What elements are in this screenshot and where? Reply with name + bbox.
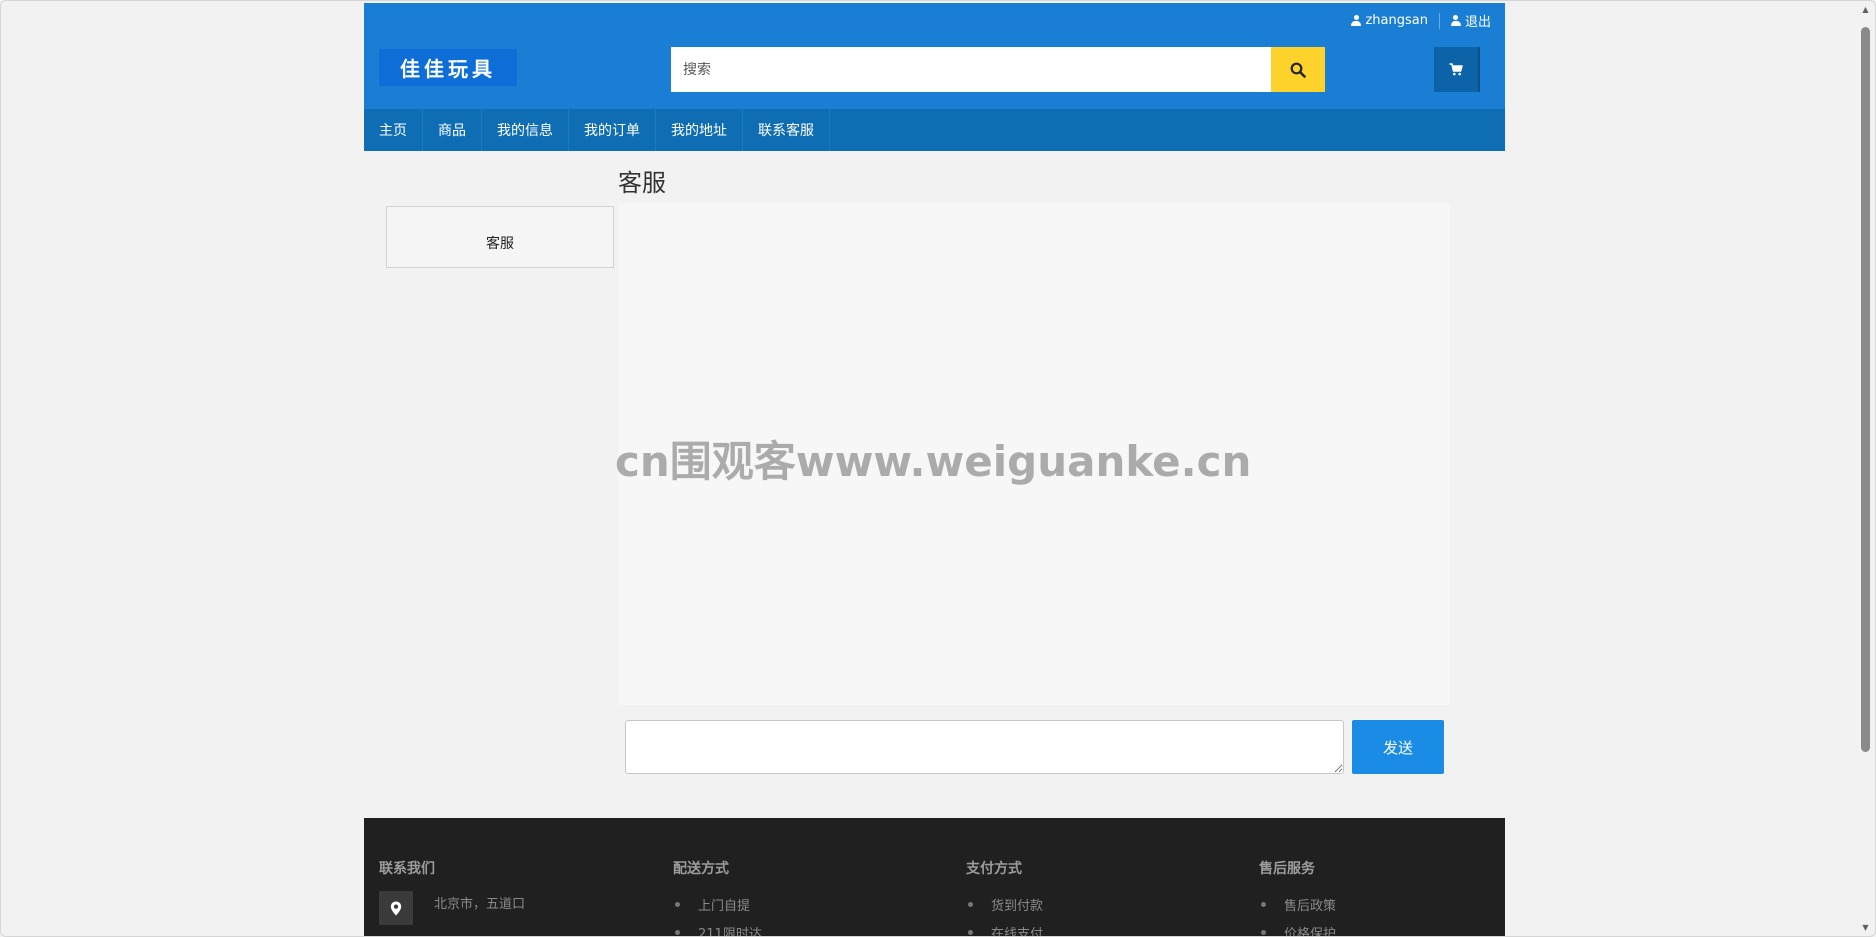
nav-item-my-orders[interactable]: 我的订单 (569, 109, 656, 151)
username-link[interactable]: zhangsan (1351, 13, 1428, 28)
nav-item-products[interactable]: 商品 (423, 109, 482, 151)
site-logo[interactable]: 佳佳玩具 (379, 49, 517, 86)
site-container: zhangsan 退出 佳佳玩具 搜索 主页 商品 我的信息 我的订单 我的地址… (364, 3, 1505, 936)
send-button[interactable]: 发送 (1352, 720, 1444, 774)
footer-title-contact: 联系我们 (379, 861, 435, 877)
scroll-down-arrow-icon[interactable]: ▼ (1860, 923, 1871, 933)
footer-list-delivery: 上门自提 211限时达 (673, 895, 943, 936)
footer-col-delivery: 配送方式 上门自提 211限时达 (673, 858, 943, 936)
logout-link[interactable]: 退出 (1450, 11, 1491, 30)
main-nav: 主页 商品 我的信息 我的订单 我的地址 联系客服 (364, 109, 1505, 151)
scroll-thumb[interactable] (1861, 27, 1870, 752)
side-menu-item-service[interactable]: 客服 (386, 206, 614, 268)
footer-title-after-sales: 售后服务 (1259, 861, 1315, 877)
nav-item-contact-service[interactable]: 联系客服 (743, 109, 830, 151)
footer-link-price-protection[interactable]: 价格保护 (1259, 923, 1529, 936)
search-input[interactable] (671, 47, 1271, 92)
footer-link-self-pickup[interactable]: 上门自提 (673, 895, 943, 923)
user-bar: zhangsan 退出 (1351, 11, 1491, 30)
footer-title-payment: 支付方式 (966, 861, 1022, 877)
search-icon (1290, 62, 1306, 78)
nav-item-home[interactable]: 主页 (364, 109, 423, 151)
footer-contact-row: 北京市，五道口 (379, 891, 649, 925)
logout-label: 退出 (1464, 15, 1491, 30)
browser-viewport: ▲ ▼ zhangsan 退出 佳佳玩具 搜索 主页 商品 我的信息 我的订单 … (0, 0, 1876, 937)
footer-col-after-sales: 售后服务 售后政策 价格保护 (1259, 858, 1529, 936)
footer-list-after-sales: 售后政策 价格保护 (1259, 895, 1529, 936)
vertical-scrollbar[interactable]: ▲ ▼ (1860, 5, 1871, 933)
footer: 联系我们 北京市，五道口 配送方式 上门自提 211限时达 支付方式 货到付款 … (364, 818, 1505, 936)
footer-link-after-sales-policy[interactable]: 售后政策 (1259, 895, 1529, 923)
user-icon (1351, 15, 1362, 26)
search-bar (671, 47, 1325, 92)
footer-col-payment: 支付方式 货到付款 在线支付 (966, 858, 1236, 936)
logout-icon (1450, 15, 1461, 26)
footer-link-online-payment[interactable]: 在线支付 (966, 923, 1236, 936)
cart-button[interactable] (1434, 47, 1480, 92)
map-pin-icon (379, 891, 413, 925)
watermark-text: cn围观客www.weiguanke.cn (615, 437, 1252, 486)
scroll-up-arrow-icon[interactable]: ▲ (1860, 5, 1871, 15)
header: zhangsan 退出 佳佳玩具 (364, 3, 1505, 111)
footer-link-cash-on-delivery[interactable]: 货到付款 (966, 895, 1236, 923)
userbar-divider (1438, 12, 1440, 29)
message-input[interactable] (625, 720, 1344, 774)
cart-icon (1449, 63, 1463, 76)
footer-col-contact: 联系我们 北京市，五道口 (379, 858, 649, 925)
footer-list-payment: 货到付款 在线支付 (966, 895, 1236, 936)
footer-title-delivery: 配送方式 (673, 861, 729, 877)
nav-item-my-info[interactable]: 我的信息 (482, 109, 569, 151)
page-title: 客服 (618, 169, 666, 197)
search-button[interactable] (1271, 47, 1325, 92)
footer-link-211-delivery[interactable]: 211限时达 (673, 923, 943, 936)
username-label: zhangsan (1365, 13, 1428, 28)
nav-item-my-address[interactable]: 我的地址 (656, 109, 743, 151)
footer-address: 北京市，五道口 (434, 897, 526, 912)
